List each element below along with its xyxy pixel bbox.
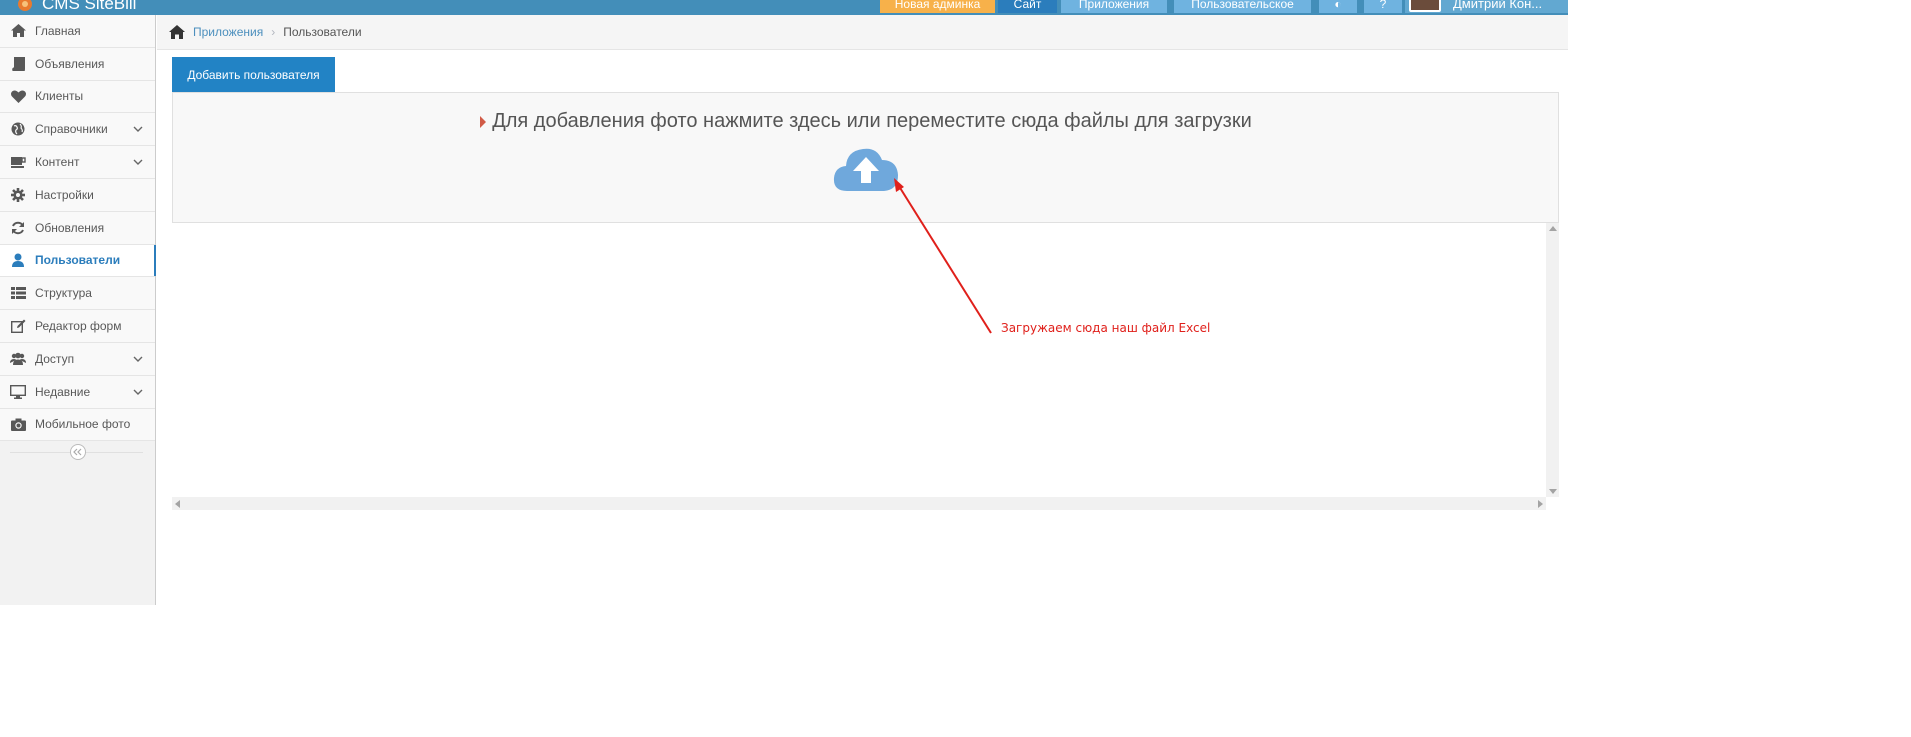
sidebar-item-updates[interactable]: Обновления <box>0 211 155 245</box>
scroll-right-icon[interactable] <box>1538 500 1543 508</box>
question-icon: ? <box>1379 0 1387 11</box>
logo-icon <box>18 0 32 11</box>
globe-icon: ◐ <box>1334 0 1342 11</box>
sidebar-collapse <box>0 441 155 465</box>
site-button[interactable]: Сайт <box>998 0 1057 13</box>
home-icon <box>10 23 26 39</box>
sidebar-item-label: Контент <box>35 155 80 170</box>
globe-nav-button[interactable]: ◐ <box>1319 0 1357 13</box>
add-user-button[interactable]: Добавить пользователя <box>172 57 335 92</box>
users-icon <box>10 351 26 367</box>
avatar <box>1409 0 1441 12</box>
caret-right-icon <box>480 115 487 128</box>
sidebar-item-label: Справочники <box>35 122 108 137</box>
sidebar-item-access[interactable]: Доступ <box>0 342 155 376</box>
breadcrumb-apps-link[interactable]: Приложения <box>193 25 263 39</box>
brand[interactable]: CMS SiteBill <box>16 0 136 14</box>
double-chevron-left-icon <box>73 448 82 456</box>
chevron-down-icon <box>133 356 143 362</box>
vertical-scrollbar[interactable] <box>1546 223 1559 497</box>
user-name: Дмитрий Кон... <box>1453 0 1543 11</box>
dropzone-title: Для добавления фото нажмите здесь или пе… <box>173 110 1558 133</box>
camera-icon <box>10 416 26 432</box>
breadcrumb-separator: › <box>271 25 276 39</box>
custom-button[interactable]: Пользовательское <box>1174 0 1311 13</box>
breadcrumb: Приложения › Пользователи <box>157 15 1568 50</box>
sidebar-item-clients[interactable]: Клиенты <box>0 80 155 114</box>
cloud-upload-icon[interactable] <box>833 143 899 193</box>
file-dropzone[interactable]: Для добавления фото нажмите здесь или пе… <box>172 92 1559 223</box>
sidebar-item-label: Объявления <box>35 56 105 71</box>
refresh-icon <box>10 220 26 236</box>
home-icon[interactable] <box>169 25 185 39</box>
user-menu[interactable]: Дмитрий Кон... <box>1405 0 1568 13</box>
sidebar-item-settings[interactable]: Настройки <box>0 178 155 212</box>
desktop-icon <box>10 384 26 400</box>
user-icon <box>10 252 26 268</box>
apps-button[interactable]: Приложения <box>1061 0 1167 13</box>
annotation-text: Загружаем сюда наш файл Excel <box>1001 321 1211 335</box>
sidebar-collapse-button[interactable] <box>70 444 86 461</box>
heart-icon <box>10 88 26 104</box>
horizontal-scrollbar[interactable] <box>172 497 1546 510</box>
help-nav-button[interactable]: ? <box>1364 0 1402 13</box>
sidebar-item-recent[interactable]: Недавние <box>0 375 155 409</box>
sidebar-item-mobile-photo[interactable]: Мобильное фото <box>0 408 155 442</box>
new-admin-button[interactable]: Новая админка <box>880 0 995 13</box>
globe-icon <box>10 121 26 137</box>
sidebar-item-content[interactable]: Контент <box>0 146 155 179</box>
sidebar-item-label: Доступ <box>35 351 75 366</box>
sidebar-item-structure[interactable]: Структура <box>0 277 155 311</box>
scroll-left-icon[interactable] <box>175 500 180 508</box>
sidebar-item-form-editor[interactable]: Редактор форм <box>0 310 155 343</box>
sidebar-item-label: Клиенты <box>35 89 84 104</box>
sidebar-item-label: Недавние <box>35 384 91 399</box>
chevron-down-icon <box>133 389 143 395</box>
book-icon <box>10 56 26 72</box>
breadcrumb-current: Пользователи <box>283 25 362 39</box>
sidebar-item-label: Настройки <box>35 187 94 202</box>
list-icon <box>10 285 26 301</box>
sidebar-item-users[interactable]: Пользователи <box>0 244 156 278</box>
sidebar: Главная Объявления Клиенты Справочники К… <box>0 15 156 605</box>
coffee-icon <box>10 154 26 170</box>
sidebar-item-label: Структура <box>35 286 92 301</box>
top-navbar: CMS SiteBill Новая админка Сайт Приложен… <box>0 0 1568 15</box>
sidebar-item-label: Редактор форм <box>35 319 122 334</box>
sidebar-item-directories[interactable]: Справочники <box>0 113 155 147</box>
scroll-up-icon[interactable] <box>1549 226 1557 231</box>
gear-icon <box>10 187 26 203</box>
sidebar-item-label: Обновления <box>35 220 105 235</box>
chevron-down-icon <box>133 159 143 166</box>
chevron-down-icon <box>133 126 143 133</box>
sidebar-item-ads[interactable]: Объявления <box>0 47 155 81</box>
sidebar-item-label: Главная <box>35 23 81 38</box>
data-grid <box>172 223 1559 510</box>
sidebar-item-label: Пользователи <box>35 253 121 268</box>
sidebar-item-home[interactable]: Главная <box>0 15 155 48</box>
sidebar-item-label: Мобильное фото <box>35 417 131 432</box>
edit-icon <box>10 318 26 334</box>
dropzone-text: Для добавления фото нажмите здесь или пе… <box>492 110 1252 132</box>
scroll-down-icon[interactable] <box>1549 489 1557 494</box>
brand-title: CMS SiteBill <box>42 0 137 13</box>
